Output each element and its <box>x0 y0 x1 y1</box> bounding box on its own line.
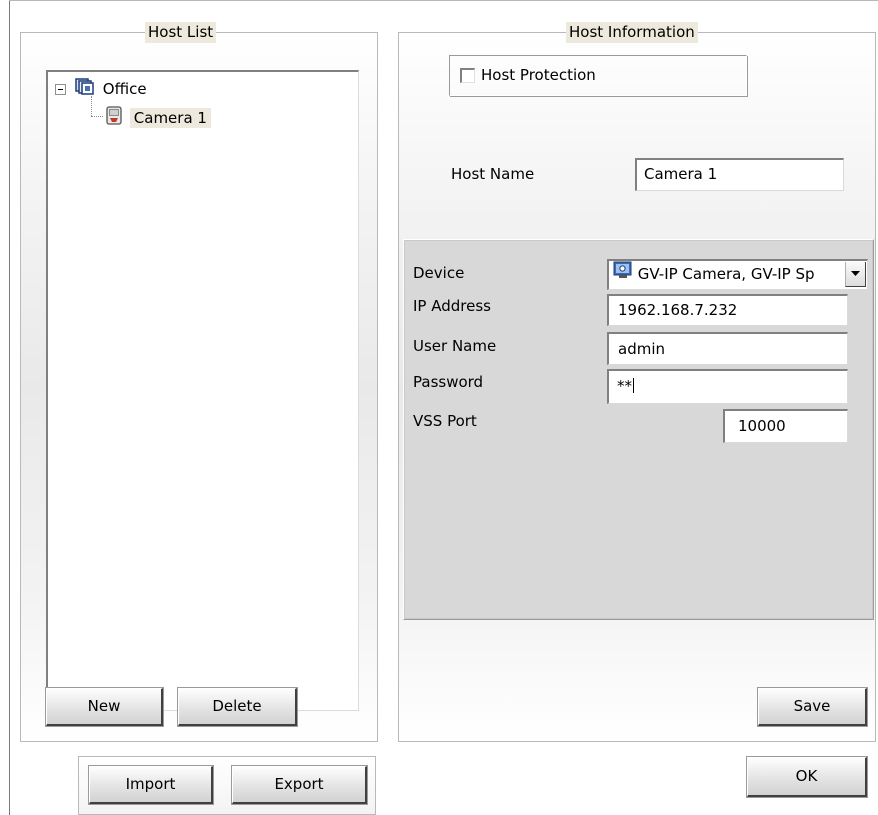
ip-address-input[interactable]: 1962.168.7.232 <box>607 294 848 326</box>
password-input[interactable]: ** <box>607 369 848 404</box>
delete-button[interactable]: Delete <box>177 687 298 727</box>
host-name-input[interactable]: Camera 1 <box>635 158 844 191</box>
tree-node-office[interactable]: Office <box>75 78 147 98</box>
host-protection-checkbox[interactable] <box>460 68 475 83</box>
delete-button-label: Delete <box>212 697 262 715</box>
new-button-label: New <box>87 697 121 715</box>
password-label: Password <box>413 373 484 391</box>
user-name-label: User Name <box>413 337 497 355</box>
device-settings-panel: Device GV-IP Camera, GV-IP Sp IP Address… <box>403 239 874 620</box>
export-button-label: Export <box>274 775 324 793</box>
device-camera-icon <box>613 261 633 288</box>
folder-group-icon <box>75 78 95 101</box>
vss-port-label: VSS Port <box>413 412 477 430</box>
device-label: Device <box>413 264 465 282</box>
chevron-down-icon[interactable] <box>845 262 866 287</box>
password-value: ** <box>617 377 632 395</box>
host-information-group: Host Information Host Protection Host Na… <box>398 22 876 742</box>
user-name-input[interactable]: admin <box>607 332 848 365</box>
camera-icon <box>105 106 123 131</box>
tree-node-camera-1[interactable]: Camera 1 <box>105 106 211 128</box>
host-protection-box: Host Protection <box>449 55 747 96</box>
host-protection-label[interactable]: Host Protection <box>481 66 596 84</box>
save-button[interactable]: Save <box>757 687 868 727</box>
window-left-border <box>9 0 10 815</box>
ip-address-label: IP Address <box>413 297 491 315</box>
host-list-title: Host List <box>145 22 217 43</box>
text-caret <box>633 378 634 393</box>
export-button[interactable]: Export <box>231 765 368 805</box>
host-list-group: Host List Office Camera 1 New Delete <box>20 22 378 742</box>
save-button-label: Save <box>793 697 831 715</box>
vss-port-input[interactable]: 10000 <box>723 409 848 443</box>
collapse-icon[interactable] <box>55 84 66 95</box>
device-select-value: GV-IP Camera, GV-IP Sp <box>637 265 815 283</box>
tree-line-horizontal <box>91 116 103 117</box>
tree-node-camera-1-label: Camera 1 <box>129 108 211 128</box>
device-select[interactable]: GV-IP Camera, GV-IP Sp <box>607 259 868 290</box>
host-name-label: Host Name <box>451 165 535 183</box>
ok-button[interactable]: OK <box>746 756 868 798</box>
import-button[interactable]: Import <box>88 765 214 805</box>
tree-node-office-label: Office <box>102 80 147 98</box>
ok-button-label: OK <box>795 767 818 785</box>
import-export-group: Import Export <box>78 756 376 815</box>
import-button-label: Import <box>125 775 176 793</box>
host-tree[interactable]: Office Camera 1 <box>46 70 359 711</box>
window-top-border <box>9 0 878 1</box>
new-button[interactable]: New <box>45 687 164 727</box>
host-information-title: Host Information <box>566 22 698 43</box>
